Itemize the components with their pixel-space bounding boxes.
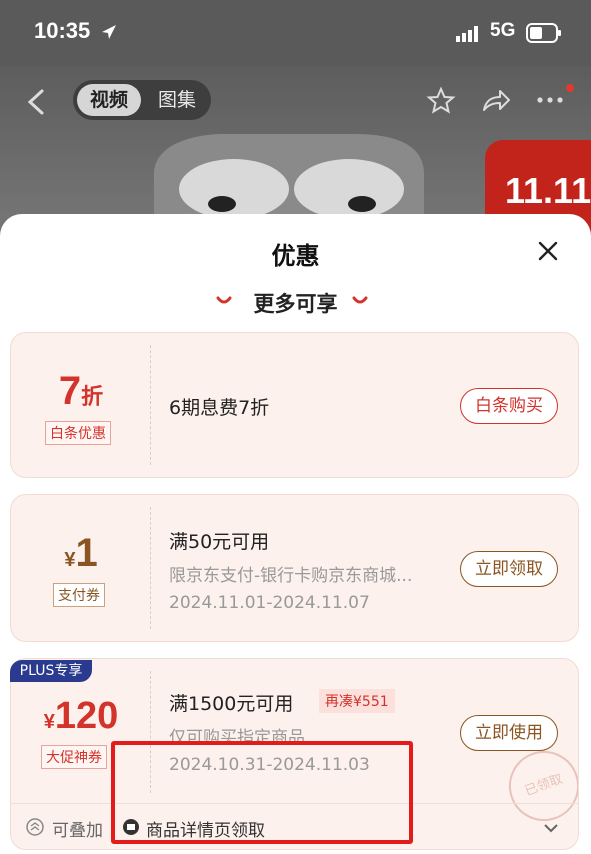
coupon-description: 限京东支付-银行卡购京东商城... bbox=[169, 566, 413, 586]
tab-video[interactable]: 视频 bbox=[77, 84, 141, 116]
network-label: 5G bbox=[490, 20, 516, 41]
media-tab-switch: 视频 图集 bbox=[73, 80, 211, 120]
add-more-tag: 再凑¥551 bbox=[319, 689, 395, 713]
coupon-tag: 白条优惠 bbox=[45, 421, 111, 445]
coupon-card-payment: ¥1 支付券 满50元可用 限京东支付-银行卡购京东商城... 2024.11.… bbox=[10, 494, 579, 642]
use-now-button[interactable]: 立即使用 bbox=[460, 715, 558, 751]
smile-right-icon bbox=[352, 296, 368, 304]
claim-button[interactable]: 立即领取 bbox=[460, 551, 558, 587]
location-arrow-icon bbox=[102, 25, 116, 39]
tab-gallery[interactable]: 图集 bbox=[149, 84, 205, 116]
share-icon[interactable] bbox=[480, 86, 512, 116]
status-bar: 10:35 5G bbox=[0, 0, 591, 66]
coupon-value: ¥1 bbox=[64, 531, 98, 575]
discount-value: 7折 bbox=[58, 369, 104, 413]
coupon-title: 满1500元可用 bbox=[169, 693, 294, 715]
chevron-down-icon[interactable] bbox=[543, 822, 559, 834]
more-icon[interactable] bbox=[534, 82, 578, 112]
signal-icon bbox=[456, 26, 478, 42]
stackable-label: 可叠加 bbox=[52, 821, 103, 841]
status-time: 10:35 bbox=[34, 18, 91, 43]
plus-badge: PLUS专享 bbox=[10, 660, 92, 682]
coupon-tag: 大促神券 bbox=[41, 745, 107, 769]
close-icon[interactable] bbox=[537, 240, 559, 262]
coupon-value: ¥120 bbox=[43, 695, 119, 737]
coupon-card-baitiao: 7折 白条优惠 6期息费7折 白条购买 bbox=[10, 332, 579, 478]
coupon-date: 2024.11.01-2024.11.07 bbox=[169, 593, 370, 613]
sheet-title: 优惠 bbox=[271, 242, 320, 270]
stack-icon bbox=[26, 818, 44, 836]
baitiao-buy-button[interactable]: 白条购买 bbox=[460, 388, 558, 424]
coupon-tag: 支付券 bbox=[53, 583, 105, 607]
promo-badge-text: 11.11 bbox=[505, 170, 591, 211]
coupon-title: 满50元可用 bbox=[169, 531, 270, 553]
highlight-box bbox=[111, 741, 413, 844]
coupon-title: 6期息费7折 bbox=[169, 397, 270, 419]
battery-icon bbox=[526, 23, 561, 43]
star-icon[interactable] bbox=[426, 86, 456, 116]
back-icon[interactable] bbox=[24, 88, 48, 116]
section-title: 更多可享 bbox=[253, 292, 338, 316]
